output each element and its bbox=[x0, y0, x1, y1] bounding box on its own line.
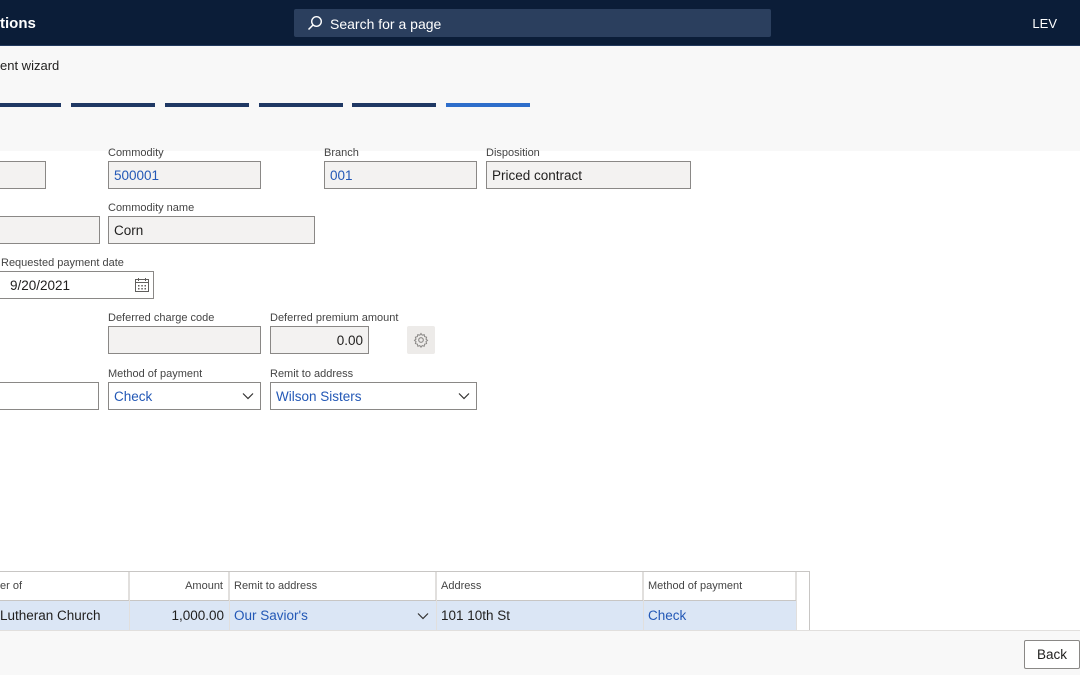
column-header-amount[interactable]: Amount bbox=[129, 572, 229, 600]
column-divider bbox=[129, 572, 130, 630]
method-of-payment-label: Method of payment bbox=[108, 368, 203, 380]
commodity-label: Commodity bbox=[108, 147, 164, 159]
wizard-footer: Back bbox=[0, 630, 1080, 675]
column-divider bbox=[436, 572, 437, 630]
top-nav-bar: tions Search for a page LEV bbox=[0, 0, 1080, 46]
column-divider bbox=[229, 572, 230, 630]
column-divider bbox=[643, 572, 644, 630]
remit-to-address-label: Remit to address bbox=[270, 368, 354, 380]
column-header-pay-to[interactable]: er of bbox=[0, 572, 129, 600]
deferred-charge-code-label: Deferred charge code bbox=[108, 312, 215, 324]
pay-to-cell: Lutheran Church bbox=[0, 608, 101, 623]
commodity-name-field[interactable]: Corn bbox=[108, 216, 315, 244]
address-cell: 101 10th St bbox=[441, 608, 511, 623]
wizard-title: ent wizard bbox=[0, 58, 60, 73]
deferred-premium-amount-label: Deferred premium amount bbox=[270, 312, 399, 324]
wizard-step-4[interactable] bbox=[259, 103, 343, 107]
commodity-name-label: Commodity name bbox=[108, 202, 195, 214]
disposition-field[interactable]: Priced contract bbox=[486, 161, 691, 189]
calendar-icon[interactable] bbox=[134, 277, 150, 293]
remit-to-address-select[interactable]: Wilson Sisters bbox=[270, 382, 477, 410]
chevron-down-icon[interactable] bbox=[242, 390, 254, 402]
wizard-step-3[interactable] bbox=[165, 103, 249, 107]
wizard-step-2[interactable] bbox=[71, 103, 155, 107]
column-header-remit-to-address[interactable]: Remit to address bbox=[229, 572, 436, 600]
column-header-method-of-payment[interactable]: Method of payment bbox=[643, 572, 796, 600]
truncated-field-1[interactable] bbox=[0, 161, 46, 189]
amount-cell: 1,000.00 bbox=[171, 608, 224, 623]
disposition-label: Disposition bbox=[486, 147, 540, 159]
wizard-step-5[interactable] bbox=[352, 103, 436, 107]
wizard-step-1[interactable] bbox=[0, 103, 61, 107]
truncated-field-2[interactable] bbox=[0, 216, 100, 244]
wizard-step-6[interactable] bbox=[446, 103, 530, 107]
chevron-down-icon[interactable] bbox=[458, 390, 470, 402]
search-box[interactable]: Search for a page bbox=[294, 9, 771, 37]
branch-field[interactable]: 001 bbox=[324, 161, 477, 189]
deferred-charge-code-field[interactable] bbox=[108, 326, 261, 354]
search-placeholder: Search for a page bbox=[330, 16, 442, 32]
deferred-premium-amount-field[interactable]: 0.00 bbox=[270, 326, 369, 354]
column-divider bbox=[796, 572, 797, 630]
chevron-down-icon[interactable] bbox=[417, 610, 429, 622]
branch-label: Branch bbox=[324, 147, 359, 159]
remit-to-address-cell[interactable]: Our Savior's bbox=[234, 608, 308, 623]
app-title[interactable]: tions bbox=[0, 15, 36, 32]
method-of-payment-value: Check bbox=[114, 389, 153, 404]
back-button[interactable]: Back bbox=[1024, 640, 1080, 669]
column-header-address[interactable]: Address bbox=[436, 572, 643, 600]
payments-grid: er of Amount Remit to address Address Me… bbox=[0, 571, 810, 631]
remit-to-address-value: Wilson Sisters bbox=[276, 389, 362, 404]
method-of-payment-select[interactable]: Check bbox=[108, 382, 261, 410]
commodity-field[interactable]: 500001 bbox=[108, 161, 261, 189]
requested-payment-date-label: Requested payment date bbox=[1, 257, 124, 269]
table-row[interactable]: Lutheran Church 1,000.00 Our Savior's 10… bbox=[0, 600, 796, 630]
method-of-payment-cell[interactable]: Check bbox=[648, 608, 686, 623]
company-picker[interactable]: LEV bbox=[1032, 16, 1057, 31]
requested-payment-date-value: 9/20/2021 bbox=[10, 278, 71, 293]
deferred-premium-settings-button[interactable] bbox=[407, 326, 435, 354]
search-icon bbox=[307, 15, 323, 31]
wizard-header: ent wizard bbox=[0, 46, 1080, 151]
requested-payment-date-field[interactable]: 9/20/2021 bbox=[0, 271, 154, 299]
truncated-field-3[interactable] bbox=[0, 382, 99, 410]
gear-icon bbox=[413, 332, 429, 348]
